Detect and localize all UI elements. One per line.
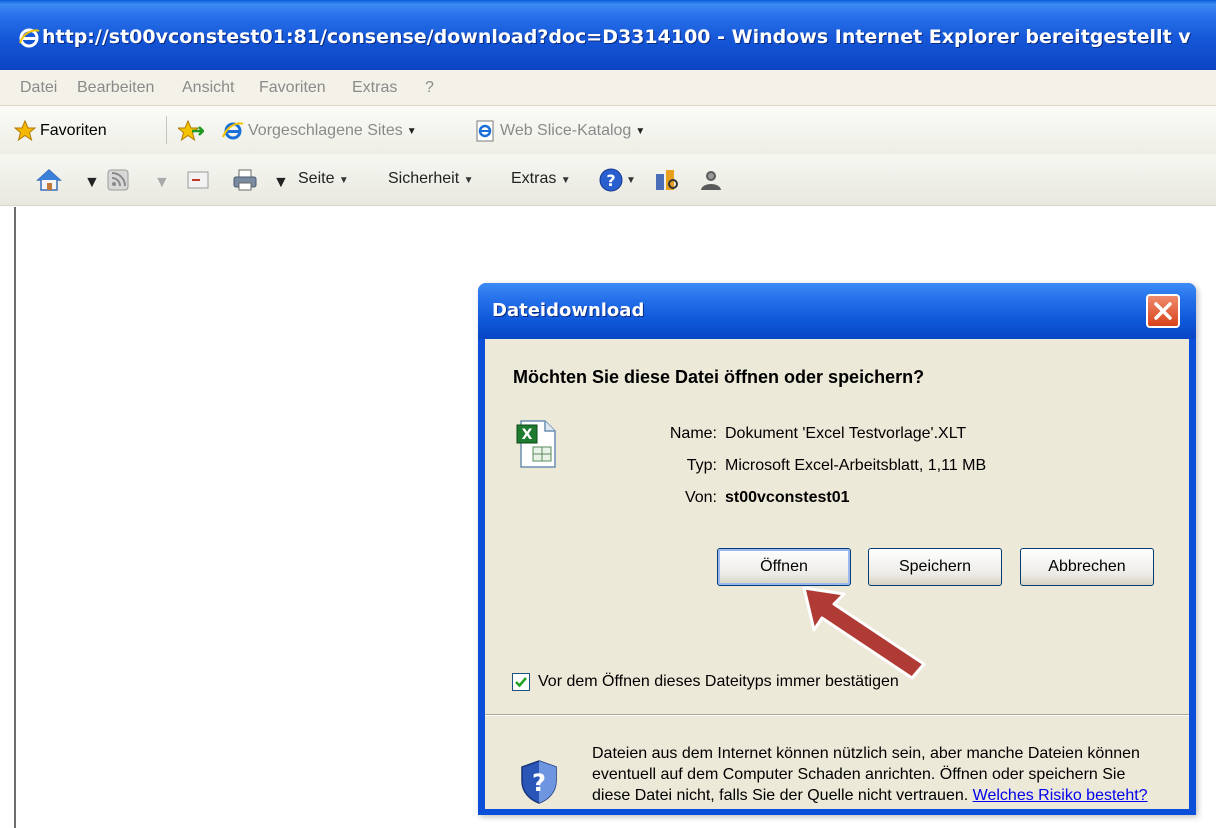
- confirm-checkbox[interactable]: [512, 673, 530, 691]
- chevron-down-icon[interactable]: ▼: [84, 174, 100, 192]
- favorites-button[interactable]: Favoriten: [14, 120, 107, 142]
- chevron-down-icon: ▼: [560, 175, 571, 186]
- menu-bearbeiten[interactable]: Bearbeiten: [77, 79, 154, 97]
- extras-menu[interactable]: Extras ▼: [511, 170, 571, 188]
- menu-bar: Datei Bearbeiten Ansicht Favoriten Extra…: [0, 70, 1216, 106]
- print-icon[interactable]: [232, 168, 258, 192]
- dialog-question: Möchten Sie diese Datei öffnen oder spei…: [513, 367, 925, 387]
- page-menu-label: Seite: [298, 170, 335, 187]
- chevron-down-icon[interactable]: ▼: [154, 174, 170, 192]
- page-menu[interactable]: Seite ▼: [298, 170, 349, 188]
- dialog-titlebar[interactable]: Dateidownload: [478, 283, 1196, 339]
- dialog-title: Dateidownload: [492, 300, 645, 321]
- window-title: http://st00vconstest01:81/consense/downl…: [42, 26, 1191, 48]
- excel-file-icon: X: [516, 420, 556, 468]
- star-icon: [14, 120, 36, 142]
- chevron-down-icon[interactable]: ▼: [273, 174, 289, 192]
- ie-page-icon: [222, 122, 244, 140]
- svg-text:X: X: [522, 427, 533, 443]
- favorites-bar: Favoriten Vorgeschlagene Sites ▼ Web Sli…: [0, 106, 1216, 154]
- suggested-sites-button[interactable]: Vorgeschlagene Sites ▼: [222, 120, 417, 142]
- home-icon[interactable]: [36, 168, 62, 192]
- research-icon[interactable]: [654, 168, 680, 192]
- menu-ansicht[interactable]: Ansicht: [182, 79, 234, 97]
- svg-text:?: ?: [532, 769, 546, 797]
- messenger-icon[interactable]: [698, 168, 724, 192]
- security-menu-label: Sicherheit: [388, 170, 460, 187]
- web-slice-label: Web Slice-Katalog: [500, 122, 632, 139]
- security-shield-icon: ?: [521, 760, 557, 804]
- ie-document-icon: [476, 120, 494, 142]
- menu-help[interactable]: ?: [425, 79, 434, 97]
- risk-info-link[interactable]: Welches Risiko besteht?: [973, 787, 1148, 804]
- chevron-down-icon: ▼: [635, 125, 646, 137]
- type-label: Typ:: [686, 457, 717, 474]
- rss-feed-icon[interactable]: [106, 168, 130, 192]
- suggested-sites-label: Vorgeschlagene Sites: [248, 122, 403, 139]
- divider: [485, 714, 1189, 716]
- close-icon: [1154, 302, 1172, 320]
- from-value: st00vconstest01: [725, 489, 850, 506]
- security-menu[interactable]: Sicherheit ▼: [388, 170, 474, 188]
- web-slice-button[interactable]: Web Slice-Katalog ▼: [474, 120, 645, 142]
- window-titlebar[interactable]: http://st00vconstest01:81/consense/downl…: [0, 0, 1216, 70]
- name-label: Name:: [669, 425, 717, 442]
- from-label: Von:: [684, 489, 717, 506]
- chevron-down-icon: ▼: [626, 174, 636, 186]
- favorites-label: Favoriten: [40, 122, 107, 139]
- file-download-dialog: Dateidownload Möchten Sie diese Datei öf…: [478, 283, 1196, 815]
- close-button[interactable]: [1146, 294, 1180, 328]
- help-button[interactable]: ? ▼: [598, 167, 636, 193]
- window-left-border: [14, 207, 16, 828]
- cancel-button[interactable]: Abbrechen: [1020, 548, 1154, 586]
- svg-text:?: ?: [606, 171, 615, 190]
- checkmark-icon: [515, 677, 527, 688]
- chevron-down-icon: ▼: [338, 175, 349, 186]
- file-name-value: Dokument 'Excel Testvorlage'.XLT: [725, 425, 967, 442]
- add-favorite-icon[interactable]: [178, 120, 204, 142]
- annotation-arrow-icon: [802, 586, 926, 680]
- chevron-down-icon: ▼: [463, 175, 474, 186]
- menu-favoriten[interactable]: Favoriten: [259, 79, 326, 97]
- menu-datei[interactable]: Datei: [20, 79, 57, 97]
- file-type-value: Microsoft Excel-Arbeitsblatt, 1,11 MB: [725, 457, 987, 474]
- security-warning: Dateien aus dem Internet können nützlich…: [592, 743, 1152, 806]
- separator: [166, 116, 167, 144]
- command-bar: ▼ ▼ ▼ Seite ▼ Sicherheit ▼ Extras ▼ ? ▼: [0, 154, 1216, 206]
- ie-logo-icon: [19, 28, 40, 48]
- mail-icon[interactable]: [186, 170, 210, 190]
- extras-menu-label: Extras: [511, 170, 557, 187]
- chevron-down-icon: ▼: [406, 125, 417, 137]
- help-icon: ?: [599, 168, 623, 192]
- menu-extras[interactable]: Extras: [352, 79, 397, 97]
- dialog-body: Möchten Sie diese Datei öffnen oder spei…: [485, 339, 1189, 809]
